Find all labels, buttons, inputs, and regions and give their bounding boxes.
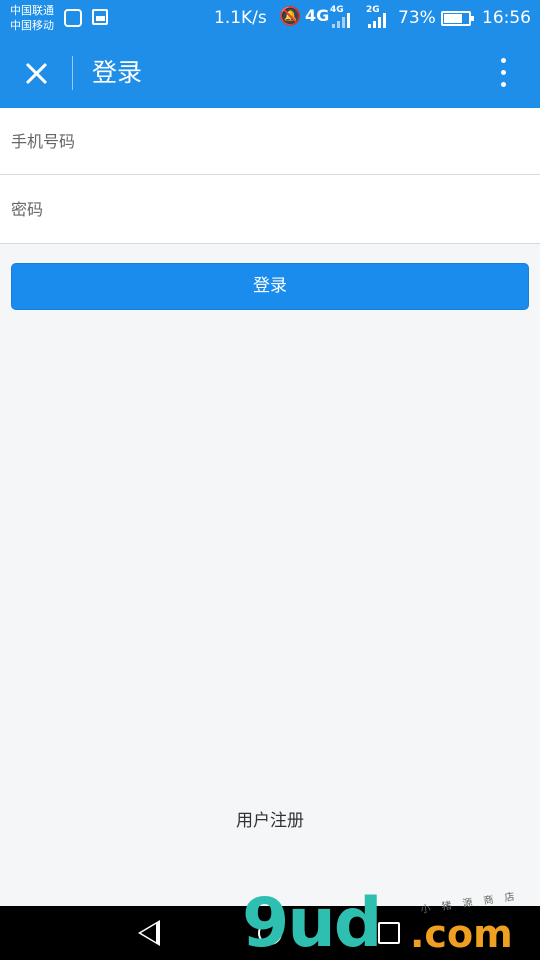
system-nav-bar (0, 906, 540, 960)
battery-percent: 73% (398, 8, 436, 28)
recent-square-icon[interactable] (378, 922, 400, 944)
app-bar-divider (72, 56, 73, 90)
phone-field (0, 108, 540, 175)
carrier-info: 中国联通 中国移动 (10, 3, 54, 33)
back-triangle-icon[interactable] (138, 920, 160, 946)
net-type-1: 4G (305, 6, 330, 25)
password-field (0, 175, 540, 244)
clock: 16:56 (482, 8, 531, 28)
signal-2-icon (368, 12, 390, 28)
net-speed: 1.1K/s (214, 8, 267, 28)
login-button[interactable]: 登录 (11, 263, 529, 310)
password-input[interactable] (11, 175, 529, 243)
close-icon[interactable] (16, 53, 56, 93)
more-vert-icon[interactable] (492, 55, 516, 91)
battery-icon (441, 11, 474, 26)
image-notification-icon (92, 9, 108, 25)
signal-1-icon (332, 12, 354, 28)
battery-fill (444, 14, 462, 23)
page-title: 登录 (92, 58, 143, 87)
app-notification-icon (64, 9, 82, 27)
app-bar: 登录 (0, 38, 540, 108)
register-link[interactable]: 用户注册 (0, 806, 540, 831)
carrier-2: 中国移动 (10, 19, 54, 32)
home-circle-icon[interactable] (258, 921, 282, 945)
status-bar: 中国联通 中国移动 1.1K/s 🔕 4G 4G 2G 73% 16:56 (0, 0, 540, 38)
carrier-1: 中国联通 (10, 4, 54, 17)
phone-input[interactable] (11, 108, 529, 174)
mute-icon: 🔕 (279, 6, 302, 27)
